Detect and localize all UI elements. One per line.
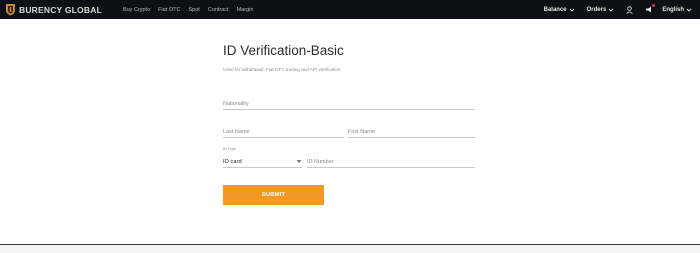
id-number-placeholder: ID Number (307, 159, 334, 165)
nationality-select[interactable]: Nationality (223, 99, 475, 110)
announcement-icon (646, 6, 652, 13)
brand-name: BURENCY GLOBAL (19, 4, 102, 15)
last-name-field[interactable]: Last Name (223, 127, 344, 138)
brand-logo[interactable]: BURENCY GLOBAL (5, 0, 102, 19)
nav-spot[interactable]: Spot (188, 7, 199, 13)
id-type-select[interactable]: ID Type ID card (223, 147, 302, 168)
account-nav: Balance Orders English (544, 0, 692, 19)
nav-contract[interactable]: Contract (208, 7, 229, 13)
notifications-button[interactable] (645, 4, 656, 13)
id-type-label: ID Type (223, 147, 237, 151)
id-number-field[interactable]: ID Number (307, 157, 475, 168)
balance-label: Balance (543, 6, 567, 13)
dropdown-arrow-icon (296, 160, 302, 163)
first-name-placeholder: First Name (348, 129, 375, 135)
nav-fiat-otc[interactable]: Fiat OTC (158, 7, 180, 13)
language-menu[interactable]: English (662, 7, 692, 13)
nav-margin[interactable]: Margin (237, 7, 254, 13)
nav-buy-crypto[interactable]: Buy Crypto (123, 7, 150, 13)
user-icon (626, 5, 634, 14)
balance-menu[interactable]: Balance (544, 7, 575, 13)
chevron-down-icon (569, 8, 574, 12)
orders-menu[interactable]: Orders (587, 7, 615, 13)
page-title: ID Verification-Basic (223, 43, 344, 58)
notification-dot (652, 4, 656, 7)
burency-logo-icon (6, 4, 15, 16)
top-nav-bar: BURENCY GLOBAL Buy Crypto Fiat OTC Spot … (0, 0, 700, 19)
id-type-value: ID card (223, 159, 242, 165)
first-name-field[interactable]: First Name (348, 127, 475, 138)
orders-label: Orders (586, 6, 607, 13)
language-label: English (662, 6, 684, 13)
submit-button[interactable]: SUBMIT (223, 185, 324, 205)
nationality-placeholder: Nationality (223, 101, 249, 107)
chevron-down-icon (686, 8, 692, 12)
user-account-button[interactable] (626, 5, 634, 14)
main-nav: Buy Crypto Fiat OTC Spot Contract Margin (123, 7, 261, 13)
page-subtitle: Used for withdrawal, Fiat OTC trading an… (223, 67, 341, 72)
last-name-placeholder: Last Name (223, 129, 250, 135)
chevron-down-icon (609, 8, 614, 12)
